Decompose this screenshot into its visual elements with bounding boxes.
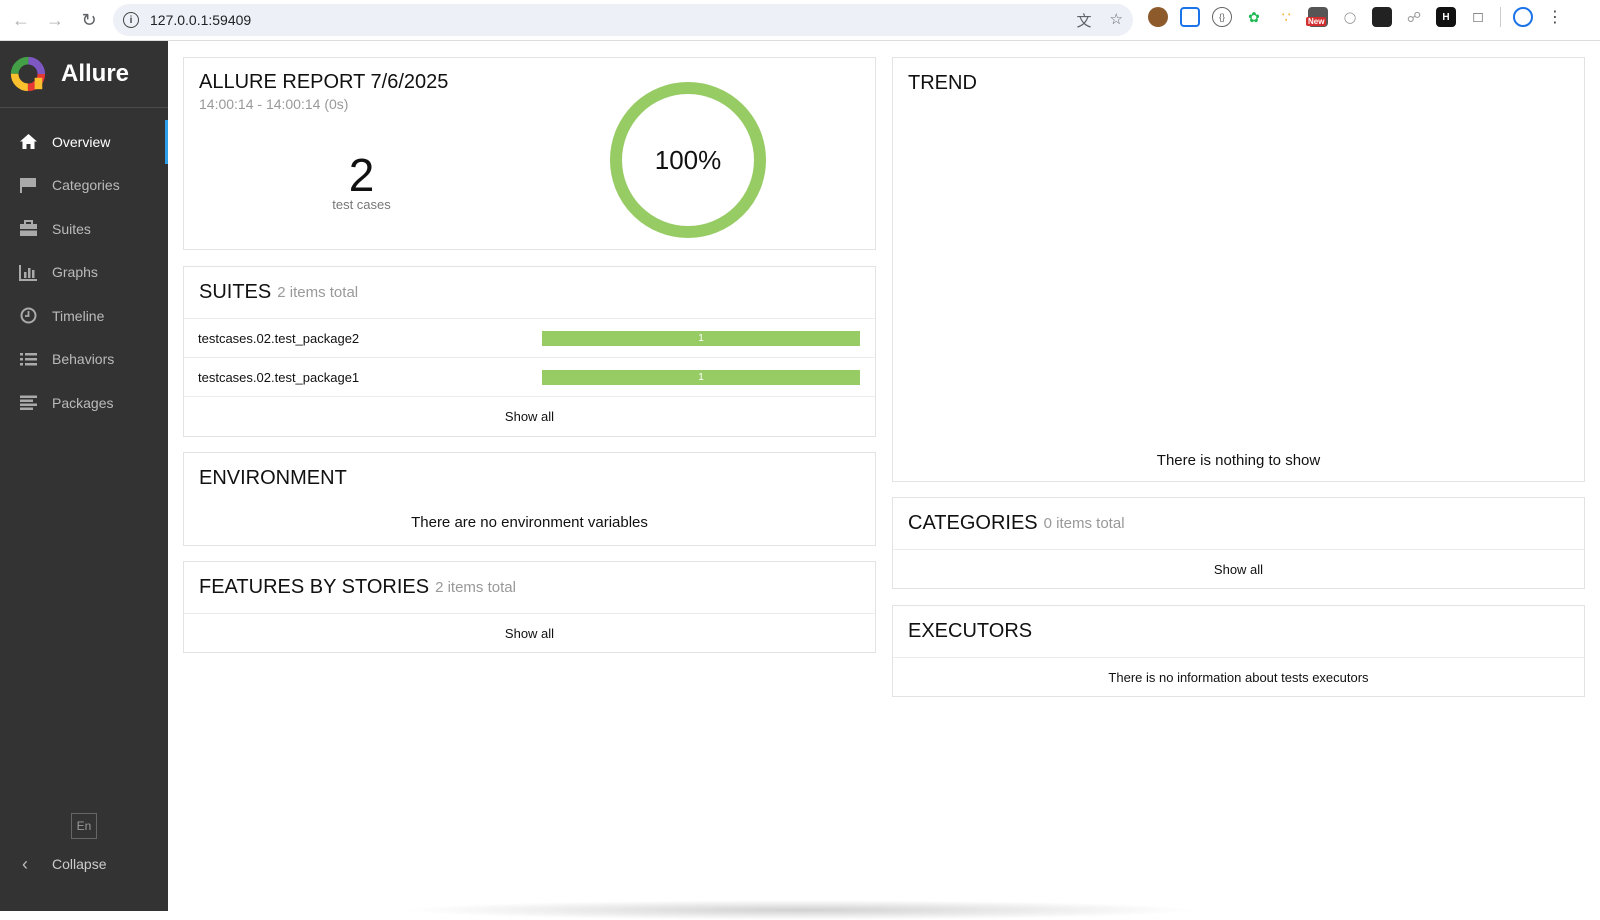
language-switch-button[interactable]: En <box>71 813 97 839</box>
reload-icon[interactable]: ↻ <box>72 3 106 37</box>
brand-name: Allure <box>61 60 130 87</box>
trend-widget: TREND There is nothing to show <box>892 57 1585 482</box>
executors-empty-message: There is no information about tests exec… <box>1108 669 1369 685</box>
link-extension-icon[interactable]: ☍ <box>1404 7 1424 27</box>
new-extension-icon[interactable]: New <box>1306 7 1328 27</box>
suite-name: testcases.02.test_package1 <box>198 369 360 385</box>
clock-icon <box>17 307 39 324</box>
features-title: FEATURES BY STORIES <box>199 576 430 598</box>
suite-name: testcases.02.test_package2 <box>198 330 360 346</box>
url-text[interactable]: 127.0.0.1:59409 <box>150 12 251 28</box>
suites-show-all-link[interactable]: Show all <box>184 397 875 435</box>
table-row[interactable]: testcases.02.test_package1 1 <box>184 358 875 397</box>
sidebar: Allure Overview Categories Suites Graphs <box>0 41 168 911</box>
suites-widget: SUITES 2 items total testcases.02.test_p… <box>183 266 876 437</box>
chevron-left-icon: ‹ <box>22 853 28 874</box>
suites-title: SUITES <box>199 281 272 303</box>
leaf-extension-icon[interactable]: ✿ <box>1244 7 1264 27</box>
sidebar-item-label: Timeline <box>52 307 105 324</box>
sidebar-item-label: Suites <box>52 220 91 237</box>
toolbar-separator <box>1500 7 1501 27</box>
flag-icon <box>17 177 39 194</box>
sidebar-item-graphs[interactable]: Graphs <box>0 251 168 295</box>
sidebar-menu: Overview Categories Suites Graphs Timeli… <box>0 120 168 425</box>
briefcase-icon <box>17 220 39 237</box>
puzzle-extensions-icon[interactable]: □ <box>1468 7 1488 27</box>
executors-title: EXECUTORS <box>908 620 1033 642</box>
categories-count: 0 items total <box>1043 515 1125 532</box>
forward-icon[interactable]: → <box>38 3 72 37</box>
report-title: ALLURE REPORT 7/6/2025 <box>199 71 449 93</box>
dark-extension-icon[interactable] <box>1372 7 1392 27</box>
suite-status-bar[interactable]: 1 <box>542 370 860 385</box>
collapse-label: Collapse <box>52 856 107 872</box>
categories-header: CATEGORIES 0 items total <box>893 498 1584 550</box>
bar-chart-icon <box>17 264 39 281</box>
table-row[interactable]: testcases.02.test_package2 1 <box>184 319 875 358</box>
js-extension-icon[interactable]: ◯ <box>1340 7 1360 27</box>
features-widget: FEATURES BY STORIES 2 items total Show a… <box>183 561 876 653</box>
h-extension-icon[interactable]: H <box>1436 7 1456 27</box>
features-show-all-link[interactable]: Show all <box>184 614 875 652</box>
bookmark-star-icon[interactable]: ☆ <box>1110 10 1123 31</box>
test-case-count-label: test cases <box>332 197 391 212</box>
menu-kebab-icon[interactable]: ⋮ <box>1545 7 1565 27</box>
suites-header: SUITES 2 items total <box>184 267 875 319</box>
allure-logo-icon <box>10 56 46 92</box>
report-time: 14:00:14 - 14:00:14 (0s) <box>199 96 349 112</box>
pass-rate-percent: 100% <box>654 144 722 175</box>
executors-header: EXECUTORS <box>893 606 1584 658</box>
executors-widget: EXECUTORS There is no information about … <box>892 605 1585 697</box>
environment-empty-message: There are no environment variables <box>411 514 648 531</box>
test-case-count: 2 <box>348 149 375 201</box>
trend-title: TREND <box>908 72 977 94</box>
categories-widget: CATEGORIES 0 items total Show all <box>892 497 1585 589</box>
environment-title: ENVIRONMENT <box>199 467 347 489</box>
sidebar-item-label: Overview <box>52 133 111 150</box>
sidebar-item-behaviors[interactable]: Behaviors <box>0 338 168 382</box>
suites-count: 2 items total <box>277 284 359 301</box>
summary-widget: ALLURE REPORT 7/6/2025 14:00:14 - 14:00:… <box>183 57 876 250</box>
browser-toolbar: ← → ↻ i 127.0.0.1:59409 文 ☆ {} ✿ ∵ New ◯… <box>0 0 1600 41</box>
categories-title: CATEGORIES <box>908 512 1038 534</box>
features-header: FEATURES BY STORIES 2 items total <box>184 562 875 614</box>
extensions-area: {} ✿ ∵ New ◯ ☍ H □ ⋮ <box>1148 7 1565 27</box>
sidebar-item-label: Categories <box>52 177 120 194</box>
align-left-icon <box>17 394 39 411</box>
list-icon <box>17 351 39 368</box>
code-extension-icon[interactable]: {} <box>1212 7 1232 27</box>
new-badge: New <box>1306 17 1327 26</box>
address-bar[interactable]: i 127.0.0.1:59409 文 ☆ <box>113 4 1133 36</box>
suite-status-bar[interactable]: 1 <box>542 331 860 346</box>
site-info-icon[interactable]: i <box>123 12 139 28</box>
sidebar-item-timeline[interactable]: Timeline <box>0 294 168 338</box>
categories-show-all-link[interactable]: Show all <box>893 550 1584 588</box>
cookie-extension-icon[interactable] <box>1148 7 1168 27</box>
trend-empty-message: There is nothing to show <box>1156 452 1321 469</box>
sidebar-item-label: Graphs <box>52 264 98 281</box>
collapse-button[interactable]: ‹ Collapse <box>0 849 106 879</box>
features-count: 2 items total <box>435 579 516 596</box>
brand[interactable]: Allure <box>0 41 168 108</box>
environment-widget: ENVIRONMENT There are no environment var… <box>183 452 876 546</box>
sidebar-item-suites[interactable]: Suites <box>0 207 168 251</box>
home-icon <box>17 133 39 150</box>
sidebar-item-packages[interactable]: Packages <box>0 381 168 425</box>
rss-extension-icon[interactable]: ∵ <box>1276 7 1296 27</box>
bottom-shadow <box>400 900 1200 920</box>
sidebar-item-categories[interactable]: Categories <box>0 164 168 208</box>
sidebar-item-label: Behaviors <box>52 351 115 368</box>
back-icon[interactable]: ← <box>4 3 38 37</box>
sidebar-item-overview[interactable]: Overview <box>0 120 168 164</box>
translate-icon[interactable]: 文 <box>1077 10 1092 31</box>
copy-extension-icon[interactable] <box>1180 7 1200 27</box>
profile-icon[interactable] <box>1513 7 1533 27</box>
sidebar-item-label: Packages <box>52 394 114 411</box>
